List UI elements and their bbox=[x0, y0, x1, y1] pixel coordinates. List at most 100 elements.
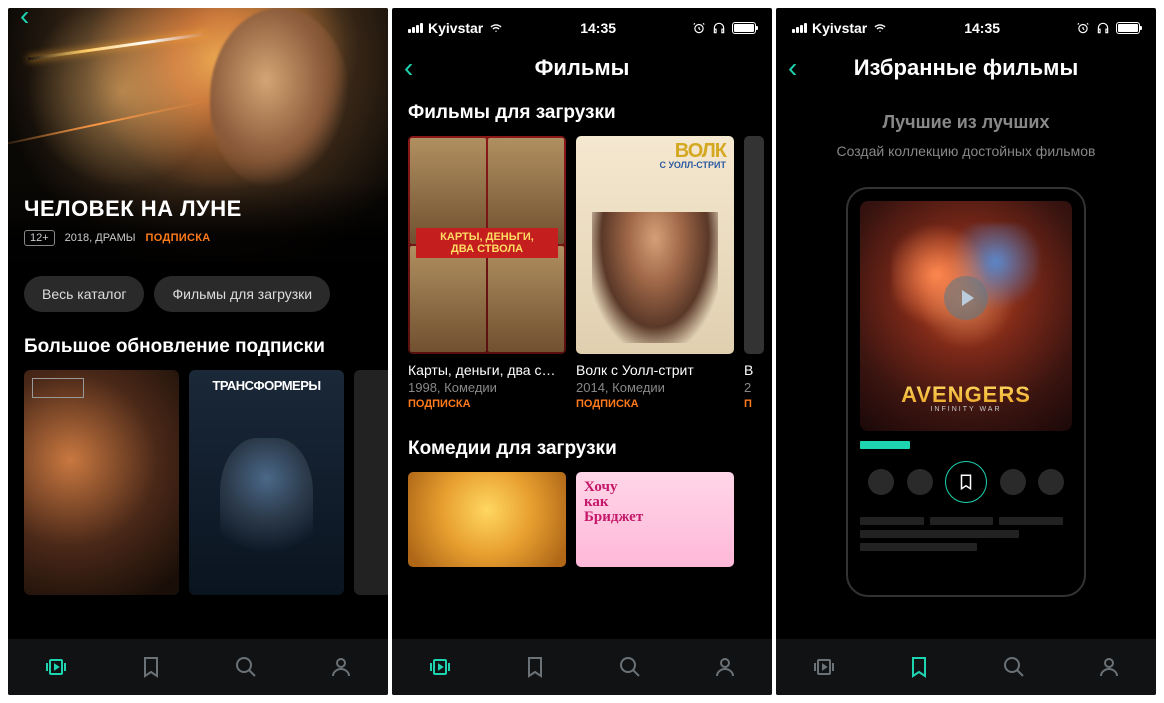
status-right bbox=[1076, 21, 1140, 35]
tab-bar bbox=[776, 639, 1156, 695]
mockup-line bbox=[860, 543, 977, 551]
age-badge: 12+ bbox=[24, 230, 55, 246]
back-button[interactable]: ‹ bbox=[20, 8, 29, 32]
tab-profile[interactable] bbox=[711, 653, 739, 681]
mockup-dot bbox=[907, 469, 933, 495]
movie-tag: ПОДПИСКА bbox=[576, 398, 734, 410]
movie-card[interactable]: ВОЛКС УОЛЛ-СТРИТ Волк с Уолл-стрит 2014,… bbox=[576, 136, 734, 410]
hero-banner[interactable]: Kyivstar 14:34 ‹ ЧЕЛОВЕК НА ЛУНЕ 12+ 201… bbox=[8, 8, 388, 262]
mockup-dot bbox=[1000, 469, 1026, 495]
tab-search[interactable] bbox=[1000, 653, 1028, 681]
mockup-line bbox=[860, 530, 1019, 538]
screen-movies: Kyivstar 14:35 ‹ Фильмы Фильмы для загру… bbox=[392, 8, 772, 695]
tab-search[interactable] bbox=[232, 653, 260, 681]
screen-home: Kyivstar 14:34 ‹ ЧЕЛОВЕК НА ЛУНЕ 12+ 201… bbox=[8, 8, 388, 695]
page-title: Фильмы bbox=[535, 55, 630, 81]
mockup-dot bbox=[868, 469, 894, 495]
tab-home[interactable] bbox=[810, 653, 838, 681]
status-left: Kyivstar bbox=[792, 20, 888, 36]
tab-home[interactable] bbox=[42, 653, 70, 681]
tab-bar bbox=[392, 639, 772, 695]
poster-text: С УОЛЛ-СТРИТ bbox=[659, 161, 726, 170]
poster-text: ВОЛК bbox=[659, 142, 726, 161]
wifi-icon bbox=[872, 22, 888, 34]
tab-profile[interactable] bbox=[1095, 653, 1123, 681]
battery-icon bbox=[1116, 22, 1140, 34]
mockup-line bbox=[930, 517, 994, 525]
movie-title: В bbox=[744, 362, 764, 378]
bookmark-icon bbox=[945, 461, 987, 503]
comedy-row[interactable]: Хочу как Бриджет bbox=[392, 472, 772, 567]
mockup-dot bbox=[1038, 469, 1064, 495]
favorites-description: Создай коллекцию достойных фильмов bbox=[776, 143, 1156, 159]
poster-text: Бриджет bbox=[584, 510, 726, 525]
movie-poster[interactable]: ВОЛКС УОЛЛ-СТРИТ bbox=[576, 136, 734, 354]
poster-label: ТРАНСФОРМЕРЫ bbox=[212, 378, 320, 393]
screen-favorites: Kyivstar 14:35 ‹ Избранные фильмы Лучшие… bbox=[776, 8, 1156, 695]
alarm-icon bbox=[1076, 21, 1090, 35]
back-button[interactable]: ‹ bbox=[404, 52, 413, 84]
poster-text: как bbox=[584, 495, 726, 510]
movie-card[interactable]: КАРТЫ, ДЕНЬГИ,ДВА СТВОЛА Карты, деньги, … bbox=[408, 136, 566, 410]
movie-poster[interactable] bbox=[408, 472, 566, 567]
signal-icon bbox=[408, 23, 423, 33]
movie-row[interactable]: КАРТЫ, ДЕНЬГИ,ДВА СТВОЛА Карты, деньги, … bbox=[392, 136, 772, 410]
tab-profile[interactable] bbox=[327, 653, 355, 681]
tab-bookmarks[interactable] bbox=[137, 653, 165, 681]
movie-poster[interactable] bbox=[744, 136, 764, 354]
mockup-accent-bar bbox=[860, 441, 910, 449]
hero-meta: 2018, ДРАМЫ bbox=[65, 232, 136, 244]
movie-tag: ПОДПИСКА bbox=[408, 398, 566, 410]
poster-item[interactable] bbox=[354, 370, 388, 595]
back-button[interactable]: ‹ bbox=[788, 52, 797, 84]
movie-poster[interactable]: КАРТЫ, ДЕНЬГИ,ДВА СТВОЛА bbox=[408, 136, 566, 354]
chip-row: Весь каталог Фильмы для загрузки bbox=[8, 262, 388, 326]
subscribe-tag: ПОДПИСКА bbox=[146, 232, 211, 244]
tab-bar bbox=[8, 639, 388, 695]
status-time: 14:35 bbox=[964, 20, 1000, 36]
headphones-icon bbox=[712, 21, 726, 35]
headphones-icon bbox=[1096, 21, 1110, 35]
carrier-label: Kyivstar bbox=[428, 20, 483, 36]
section-title: Фильмы для загрузки bbox=[392, 92, 772, 136]
carrier-label: Kyivstar bbox=[812, 20, 867, 36]
movie-meta: 2 bbox=[744, 380, 764, 395]
favorites-subtitle: Лучшие из лучших bbox=[776, 112, 1156, 133]
status-left: Kyivstar bbox=[408, 20, 504, 36]
mockup-line bbox=[999, 517, 1063, 525]
movie-title: Волк с Уолл-стрит bbox=[576, 362, 734, 378]
poster-item[interactable] bbox=[24, 370, 179, 595]
tab-bookmarks[interactable] bbox=[905, 653, 933, 681]
tab-search[interactable] bbox=[616, 653, 644, 681]
section-title: Комедии для загрузки bbox=[392, 428, 772, 472]
alarm-icon bbox=[692, 21, 706, 35]
movie-meta: 1998, Комедии bbox=[408, 380, 566, 395]
poster-subtitle: INFINITY WAR bbox=[860, 406, 1072, 413]
movie-meta: 2014, Комедии bbox=[576, 380, 734, 395]
signal-icon bbox=[792, 23, 807, 33]
poster-text: КАРТЫ, ДЕНЬГИ, bbox=[416, 231, 558, 243]
status-time: 14:35 bbox=[580, 20, 616, 36]
play-icon bbox=[944, 276, 988, 320]
poster-row[interactable]: ТРАНСФОРМЕРЫ bbox=[8, 370, 388, 595]
poster-item[interactable]: ТРАНСФОРМЕРЫ bbox=[189, 370, 344, 595]
movie-poster[interactable]: Хочу как Бриджет bbox=[576, 472, 734, 567]
chip-downloads[interactable]: Фильмы для загрузки bbox=[154, 276, 330, 312]
favorites-mockup: AVENGERS INFINITY WAR bbox=[846, 187, 1086, 597]
hero-title: ЧЕЛОВЕК НА ЛУНЕ bbox=[24, 196, 372, 222]
poster-title: AVENGERS bbox=[860, 382, 1072, 408]
poster-text: Хочу bbox=[584, 480, 726, 495]
status-right bbox=[692, 21, 756, 35]
wifi-icon bbox=[488, 22, 504, 34]
section-title: Большое обновление подписки bbox=[8, 326, 388, 370]
battery-icon bbox=[732, 22, 756, 34]
tab-home[interactable] bbox=[426, 653, 454, 681]
movie-card[interactable]: В 2 П bbox=[744, 136, 764, 410]
mockup-poster: AVENGERS INFINITY WAR bbox=[860, 201, 1072, 431]
chip-catalog[interactable]: Весь каталог bbox=[24, 276, 144, 312]
movie-title: Карты, деньги, два с… bbox=[408, 362, 566, 378]
poster-text: ДВА СТВОЛА bbox=[416, 243, 558, 255]
mockup-line bbox=[860, 517, 924, 525]
tab-bookmarks[interactable] bbox=[521, 653, 549, 681]
movie-tag: П bbox=[744, 398, 764, 410]
